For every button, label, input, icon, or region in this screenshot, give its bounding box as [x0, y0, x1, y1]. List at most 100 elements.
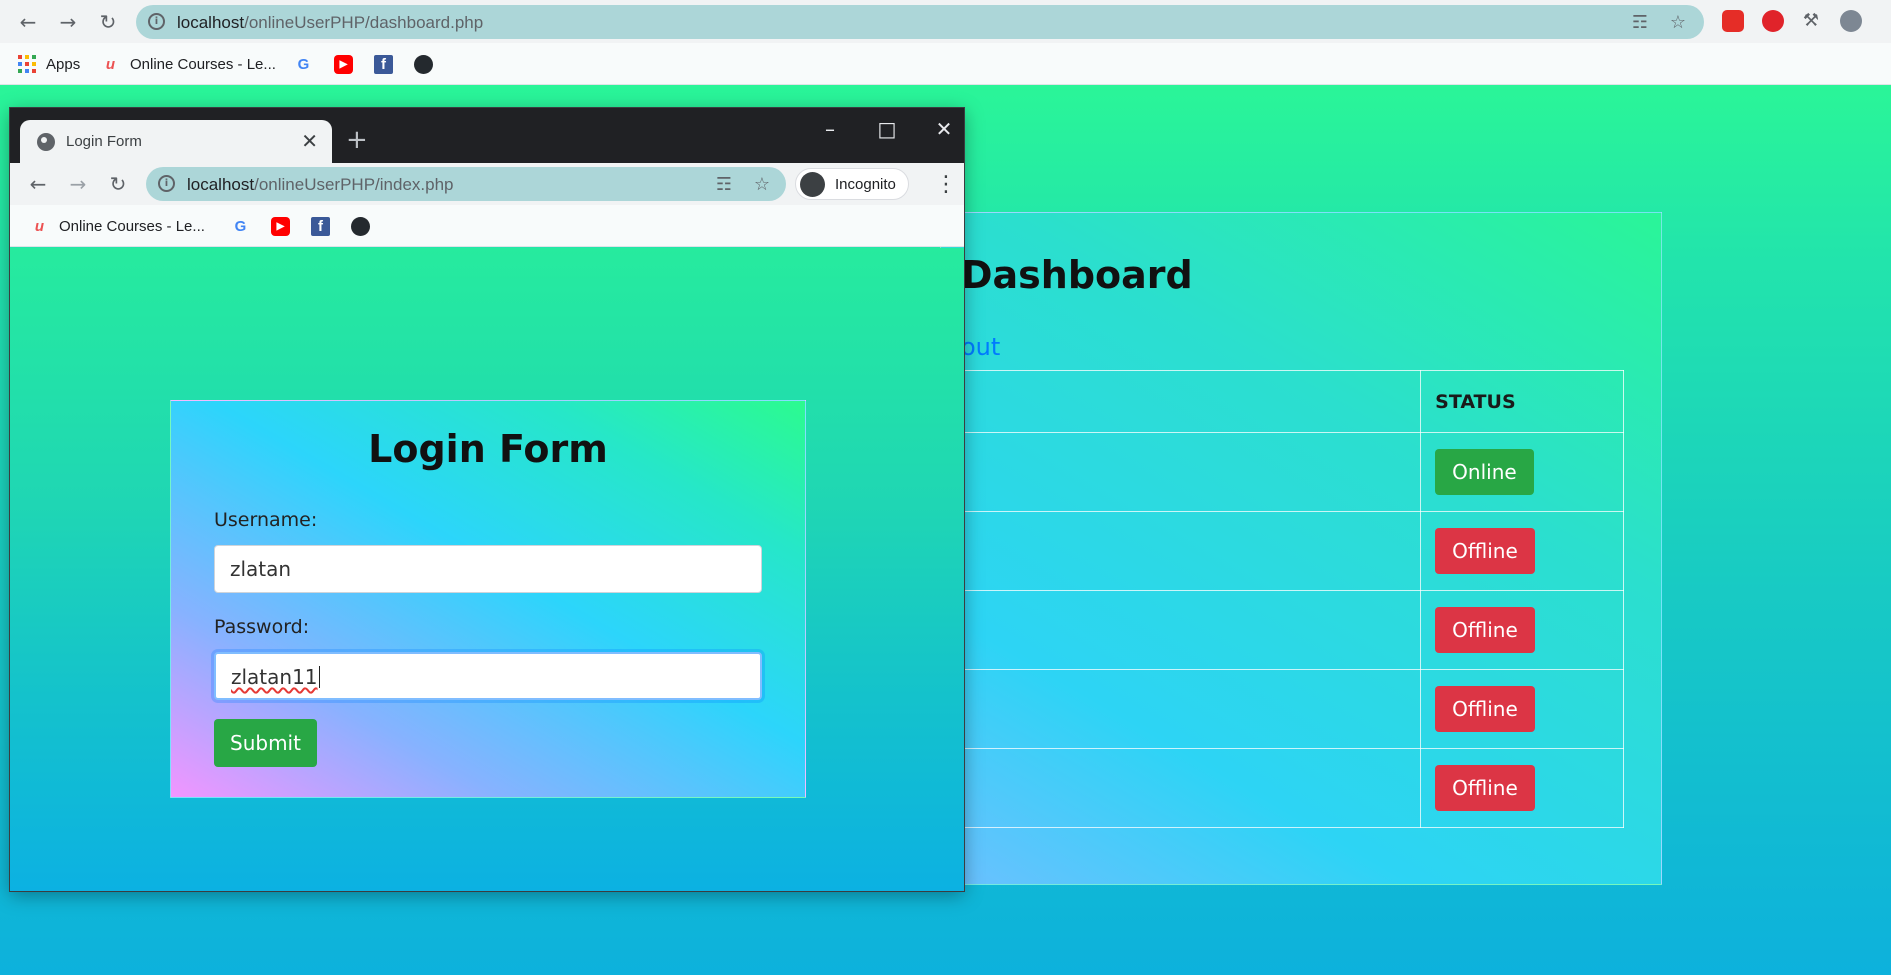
submit-button[interactable]: Submit — [214, 719, 317, 767]
close-tab-icon[interactable]: ✕ — [301, 129, 318, 153]
kebab-menu-icon[interactable]: ⋮ — [935, 172, 957, 197]
bookmark-google[interactable]: G — [294, 52, 313, 76]
youtube-extension-icon[interactable] — [1722, 10, 1744, 32]
text-caret — [318, 666, 320, 688]
username-input[interactable]: zlatan — [214, 545, 762, 593]
incognito-address-bar[interactable]: i localhost/onlineUserPHP/index.php ☶ ☆ — [146, 167, 786, 201]
table-row: Offline — [940, 669, 1624, 749]
bookmark-github[interactable] — [351, 214, 370, 238]
incognito-address-url[interactable]: localhost/onlineUserPHP/index.php — [187, 175, 454, 195]
profile-avatar[interactable] — [1840, 10, 1862, 32]
bookmark-google[interactable]: G — [231, 214, 250, 238]
address-bar[interactable]: i localhost/onlineUserPHP/dashboard.php … — [136, 5, 1704, 39]
bookmark-star-icon[interactable]: ☆ — [752, 175, 772, 195]
incognito-bookmarks-bar: u Online Courses - Le... G ▶ f — [10, 205, 964, 247]
facebook-icon: f — [311, 216, 330, 236]
login-title: Login Form — [368, 427, 608, 471]
address-url[interactable]: localhost/onlineUserPHP/dashboard.php — [177, 13, 483, 33]
reload-icon[interactable]: ↻ — [104, 170, 132, 198]
info-icon[interactable]: i — [158, 175, 175, 192]
forward-arrow-icon[interactable]: → — [54, 8, 82, 36]
back-arrow-icon[interactable]: ← — [24, 170, 52, 198]
table-row: Offline — [940, 590, 1624, 670]
url-host: localhost — [187, 175, 255, 194]
extensions-puzzle-icon[interactable]: ⚒ — [1800, 10, 1822, 32]
bookmark-apps-label: Apps — [46, 55, 81, 73]
url-path: /onlineUserPHP/dashboard.php — [244, 13, 484, 32]
translate-icon[interactable]: ☶ — [714, 175, 734, 195]
url-host: localhost — [177, 13, 245, 32]
table-header-user — [940, 370, 1422, 433]
maximize-icon[interactable]: □ — [867, 114, 907, 144]
bookmark-github[interactable] — [414, 52, 433, 76]
users-table: STATUS Online Offline Offline Offline Of… — [940, 370, 1624, 828]
bookmark-online-courses-label: Online Courses - Le... — [130, 55, 276, 73]
table-cell-status: Offline — [1420, 748, 1624, 828]
table-cell-status: Offline — [1420, 669, 1624, 749]
bookmark-apps[interactable]: Apps — [18, 52, 80, 76]
table-header-status: STATUS — [1420, 370, 1624, 433]
password-label: Password: — [214, 616, 310, 638]
facebook-icon: f — [374, 54, 393, 74]
username-label: Username: — [214, 509, 318, 531]
incognito-spy-icon — [800, 171, 825, 197]
minimize-icon[interactable]: – — [810, 114, 850, 144]
bookmark-online-courses[interactable]: u Online Courses - Le... — [30, 214, 205, 238]
incognito-label: Incognito — [835, 175, 896, 193]
logout-link[interactable]: out — [961, 333, 1000, 361]
browser-toolbar: ← → ↻ i localhost/onlineUserPHP/dashboar… — [0, 0, 1891, 43]
bookmark-facebook[interactable]: f — [374, 52, 393, 76]
new-tab-plus-icon[interactable]: + — [346, 125, 368, 155]
dashboard-card: Dashboard out STATUS Online Offline Offl… — [940, 212, 1662, 885]
login-page: Login Form Username: zlatan Password: zl… — [10, 248, 964, 891]
table-cell-user — [940, 669, 1422, 749]
globe-icon — [37, 133, 55, 151]
table-cell-user — [940, 432, 1422, 512]
apps-grid-icon — [18, 55, 36, 73]
incognito-toolbar: ← → ↻ i localhost/onlineUserPHP/index.ph… — [10, 163, 964, 205]
reload-icon[interactable]: ↻ — [94, 8, 122, 36]
youtube-icon: ▶ — [271, 216, 290, 236]
info-icon[interactable]: i — [148, 13, 165, 30]
adblock-extension-icon[interactable] — [1762, 10, 1784, 32]
tab-login-form[interactable]: Login Form ✕ — [20, 120, 332, 163]
username-value: zlatan — [230, 557, 292, 581]
status-badge[interactable]: Offline — [1435, 765, 1535, 811]
password-value: zlatan11 — [231, 665, 318, 689]
table-cell-user — [940, 590, 1422, 670]
table-cell-status: Offline — [1420, 511, 1624, 591]
dashboard-title: Dashboard — [961, 253, 1193, 297]
table-cell-user — [940, 511, 1422, 591]
table-row: Offline — [940, 748, 1624, 828]
status-badge[interactable]: Offline — [1435, 528, 1535, 574]
status-badge[interactable]: Offline — [1435, 686, 1535, 732]
back-arrow-icon[interactable]: ← — [14, 8, 42, 36]
github-icon — [351, 216, 370, 236]
incognito-indicator[interactable]: Incognito — [795, 168, 909, 200]
forward-arrow-icon[interactable]: → — [64, 170, 92, 198]
bookmark-youtube[interactable]: ▶ — [271, 214, 290, 238]
table-row: Offline — [940, 511, 1624, 591]
password-input[interactable]: zlatan11 — [214, 652, 762, 700]
bookmark-online-courses-label: Online Courses - Le... — [59, 217, 205, 235]
login-card: Login Form Username: zlatan Password: zl… — [170, 400, 806, 798]
udemy-icon: u — [105, 55, 116, 73]
bookmark-youtube[interactable]: ▶ — [334, 52, 353, 76]
translate-icon[interactable]: ☶ — [1630, 13, 1650, 33]
url-path: /onlineUserPHP/index.php — [254, 175, 454, 194]
table-cell-status: Online — [1420, 432, 1624, 512]
youtube-icon: ▶ — [334, 54, 353, 74]
tab-title: Login Form — [66, 133, 142, 150]
google-icon: G — [234, 217, 247, 235]
close-window-icon[interactable]: ✕ — [924, 114, 964, 144]
bookmark-star-icon[interactable]: ☆ — [1668, 13, 1688, 33]
github-icon — [414, 54, 433, 74]
table-header-row: STATUS — [940, 370, 1624, 433]
bookmark-facebook[interactable]: f — [311, 214, 330, 238]
status-badge[interactable]: Online — [1435, 449, 1534, 495]
bookmark-online-courses[interactable]: u Online Courses - Le... — [101, 52, 276, 76]
status-badge[interactable]: Offline — [1435, 607, 1535, 653]
bookmarks-bar: Apps u Online Courses - Le... G ▶ f — [0, 43, 1891, 85]
table-cell-user — [940, 748, 1422, 828]
table-cell-status: Offline — [1420, 590, 1624, 670]
